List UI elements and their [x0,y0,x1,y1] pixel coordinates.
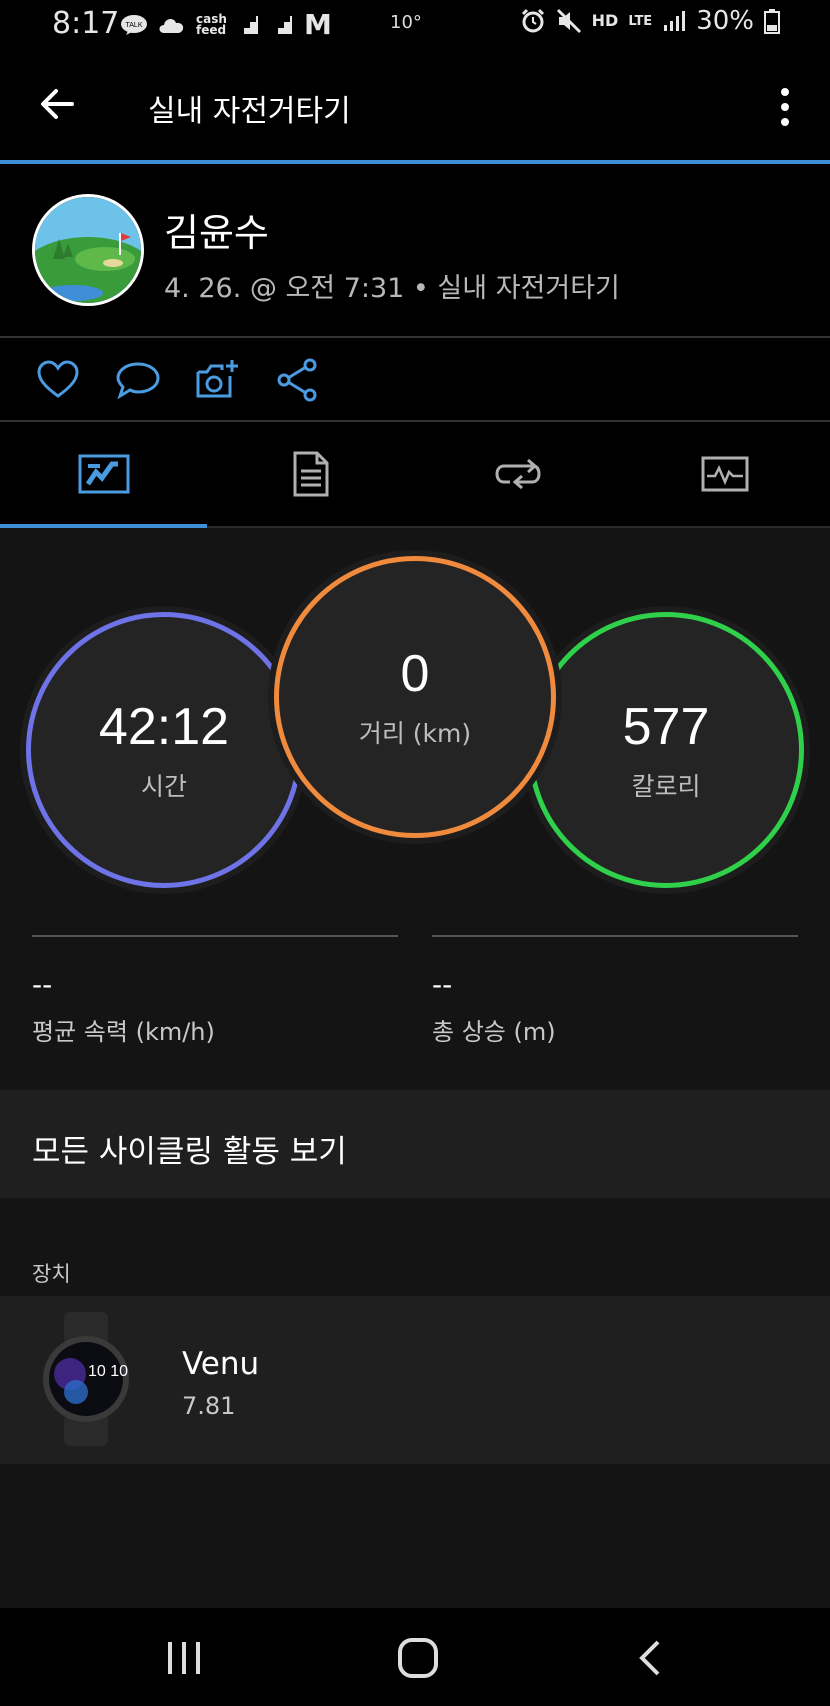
metric-divider [32,935,398,937]
back-arrow-icon[interactable] [34,80,82,128]
home-icon[interactable] [394,1636,442,1680]
heart-rate-chart-icon [701,456,748,492]
tab-details[interactable] [207,424,414,524]
divider [0,420,830,422]
time-label: 시간 [140,772,187,801]
device-section: 장치 10 10 Venu 7.81 [0,1198,830,1608]
mute-icon [556,8,581,34]
device-name: Venu [182,1346,260,1382]
battery-percent: 30% [696,6,754,36]
gmail-icon: M [304,8,332,41]
system-status-icons: HD LTE 30% [520,6,780,36]
notification-icons: TALK cash feed M [120,8,332,41]
comment-icon[interactable] [114,356,162,404]
tab-summary[interactable] [0,424,207,524]
alarm-icon [521,8,544,33]
watch-image-icon: 10 10 [43,1312,129,1446]
lte-icon: LTE [628,13,653,29]
laps-loop-icon [494,458,541,490]
battery-icon [764,9,780,34]
tab-laps[interactable] [414,424,621,524]
distance-ring: 0 거리 (km) [274,556,556,838]
toolbar-accent-line [0,160,830,164]
summary-stats-icon [78,454,129,494]
time-ring: 42:12 시간 [26,612,302,888]
stairs-icon-2 [272,15,292,34]
svg-text:10 10: 10 10 [88,1363,128,1380]
avatar[interactable] [32,194,144,306]
time-value: 42:12 [98,698,230,756]
more-options-icon[interactable] [770,84,800,130]
avg-speed-label: 평균 속력 (km/h) [32,1018,215,1046]
heart-icon[interactable] [34,356,82,404]
status-time: 8:17 [52,6,120,41]
status-temperature: 10° [390,12,422,33]
total-ascent-value: -- [432,968,453,1001]
device-heading: 장치 [32,1262,71,1286]
share-icon[interactable] [274,356,322,404]
view-all-cycling-button[interactable]: 모든 사이클링 활동 보기 [0,1090,830,1198]
talk-icon: TALK [121,14,147,35]
stairs-icon [238,15,258,34]
app-toolbar: 실내 자전거타기 [0,52,830,160]
svg-text:TALK: TALK [126,22,143,29]
system-nav-bar [0,1608,830,1706]
divider [0,336,830,338]
cloud-icon [159,18,184,33]
document-icon [293,451,328,497]
signal-icon [664,11,686,31]
tab-charts[interactable] [621,424,828,524]
golf-course-avatar-icon [35,197,141,303]
distance-label: 거리 (km) [358,719,472,748]
cashfeed-icon: cash feed [196,11,227,37]
distance-value: 0 [400,645,430,703]
avg-speed-value: -- [32,968,53,1001]
total-ascent-label: 총 상승 (m) [432,1018,556,1046]
calories-label: 칼로리 [631,772,701,801]
status-bar: 8:17 TALK cash feed M 10° HD LTE 30% [0,0,830,52]
hd-voice-icon: HD [591,11,619,30]
user-name: 김윤수 [164,211,269,255]
back-nav-icon[interactable] [628,1636,676,1680]
view-all-label: 모든 사이클링 활동 보기 [32,1134,347,1170]
metric-divider [432,935,798,937]
calories-ring: 577 칼로리 [528,612,804,888]
activity-meta: 4. 26. @ 오전 7:31 • 실내 자전거타기 [164,273,620,304]
add-photo-icon[interactable] [194,356,242,404]
calories-value: 577 [622,698,710,756]
page-title: 실내 자전거타기 [148,94,351,129]
device-version: 7.81 [182,1392,236,1420]
recent-apps-icon[interactable] [160,1636,208,1680]
device-row[interactable]: 10 10 Venu 7.81 [0,1296,830,1464]
